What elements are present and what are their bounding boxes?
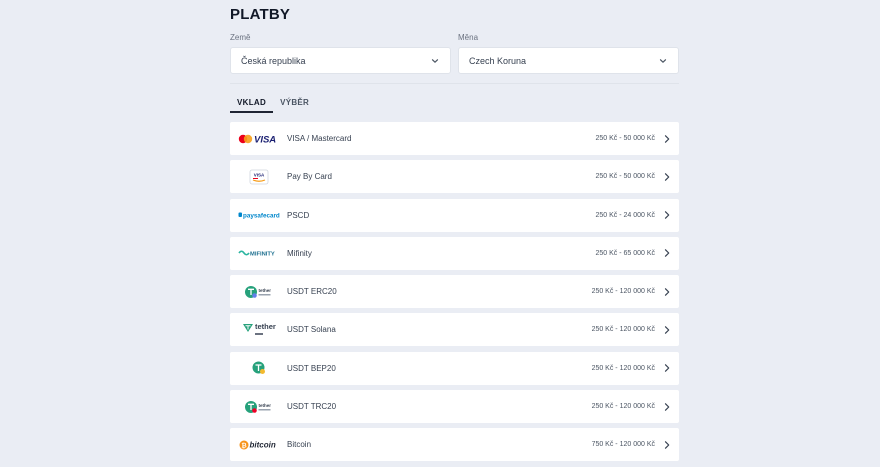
- mifinity-logo-text: MIFINITY: [250, 252, 275, 258]
- tether-sol-logo-text: tether: [255, 322, 276, 331]
- pay-by-card-logo-text: VISA: [253, 172, 264, 177]
- payment-method-row[interactable]: paysafecard PSCD 250 Kč - 24 000 Kč: [230, 198, 679, 232]
- svg-text:₿: ₿: [241, 441, 246, 449]
- payment-method-name: PSCD: [287, 210, 310, 220]
- payment-method-row[interactable]: tether USDT Solana 250 Kč - 120 000 Kč: [230, 313, 679, 347]
- mifinity-logo-icon: MIFINITY: [230, 237, 287, 270]
- bitcoin-logo-icon: ₿ bitcoin: [230, 428, 287, 461]
- payment-method-row[interactable]: ₿ bitcoin Bitcoin 750 Kč - 120 000 Kč: [230, 428, 679, 462]
- payment-method-range: 750 Kč - 120 000 Kč: [591, 441, 655, 449]
- chevron-down-icon: [659, 58, 667, 63]
- tether-trc20-logo-icon: tether: [230, 390, 287, 423]
- payment-method-row[interactable]: VISA VISA / Mastercard 250 Kč - 50 000 K…: [230, 122, 679, 155]
- chevron-right-icon: [664, 326, 670, 334]
- tether-erc20-logo-text: tether: [258, 288, 271, 293]
- country-select[interactable]: Česká republika: [230, 47, 451, 74]
- chevron-right-icon: [664, 134, 670, 143]
- payment-method-row[interactable]: VISA Pay By Card 250 Kč - 50 000 Kč: [230, 160, 679, 194]
- tab-bar: VKLAD VÝBĚR: [230, 95, 316, 113]
- chevron-right-icon: [664, 287, 670, 296]
- pay-by-card-logo-icon: VISA: [230, 160, 287, 193]
- payment-method-name: USDT Solana: [287, 325, 336, 335]
- tether-sol-logo-icon: tether: [230, 313, 287, 346]
- divider: [230, 83, 679, 84]
- visa-mastercard-logo-icon: VISA: [230, 122, 287, 155]
- chevron-right-icon: [664, 441, 670, 449]
- bitcoin-logo-text: bitcoin: [249, 440, 275, 449]
- payment-method-row[interactable]: tether USDT ERC20 250 Kč - 120 000 Kč: [230, 275, 679, 309]
- payment-method-range: 250 Kč - 24 000 Kč: [595, 211, 655, 219]
- payment-method-name: USDT BEP20: [287, 363, 336, 373]
- page-title: PLATBY: [230, 6, 291, 23]
- chevron-right-icon: [664, 172, 670, 181]
- currency-select-value: Czech Koruna: [469, 55, 527, 66]
- chevron-right-icon: [664, 249, 670, 258]
- tether-trc20-logo-text: tether: [258, 403, 271, 408]
- payment-method-name: USDT TRC20: [287, 402, 337, 412]
- chevron-right-icon: [664, 211, 670, 219]
- payment-method-row[interactable]: USDT BEP20 250 Kč - 120 000 Kč: [230, 351, 679, 385]
- payment-method-range: 250 Kč - 120 000 Kč: [591, 326, 655, 334]
- paysafecard-logo-text: paysafecard: [243, 212, 280, 219]
- tether-erc20-logo-icon: tether: [230, 275, 287, 308]
- payment-method-range: 250 Kč - 120 000 Kč: [591, 288, 655, 296]
- tab-deposit[interactable]: VKLAD: [230, 95, 274, 113]
- payments-panel: PLATBY Země Česká republika Měna Czech K…: [230, 0, 679, 466]
- chevron-right-icon: [664, 364, 670, 373]
- payment-method-row[interactable]: tether USDT TRC20 250 Kč - 120 000 Kč: [230, 390, 679, 424]
- currency-select[interactable]: Czech Koruna: [458, 47, 679, 74]
- payment-method-name: USDT ERC20: [287, 287, 337, 297]
- payment-method-range: 250 Kč - 50 000 Kč: [595, 173, 655, 181]
- paysafecard-logo-icon: paysafecard: [230, 199, 287, 232]
- payment-method-row[interactable]: MIFINITY Mifinity 250 Kč - 65 000 Kč: [230, 236, 679, 270]
- country-label: Země: [230, 33, 251, 42]
- currency-label: Měna: [458, 33, 479, 42]
- country-select-value: Česká republika: [241, 55, 306, 66]
- payment-method-range: 250 Kč - 120 000 Kč: [591, 403, 655, 411]
- payment-method-name: Pay By Card: [287, 172, 332, 182]
- tab-withdraw[interactable]: VÝBĚR: [273, 95, 316, 113]
- payment-method-name: Mifinity: [287, 248, 312, 258]
- payment-methods-list: VISA VISA / Mastercard 250 Kč - 50 000 K…: [230, 122, 679, 467]
- payment-method-range: 250 Kč - 65 000 Kč: [595, 249, 655, 257]
- payment-method-name: VISA / Mastercard: [287, 134, 352, 143]
- chevron-right-icon: [664, 402, 670, 411]
- payment-method-range: 250 Kč - 50 000 Kč: [595, 135, 655, 142]
- chevron-down-icon: [431, 58, 439, 63]
- tether-bep20-logo-icon: [230, 352, 287, 385]
- payment-method-range: 250 Kč - 120 000 Kč: [591, 364, 655, 372]
- payment-method-name: Bitcoin: [287, 440, 312, 450]
- visa-logo-text: VISA: [254, 134, 276, 145]
